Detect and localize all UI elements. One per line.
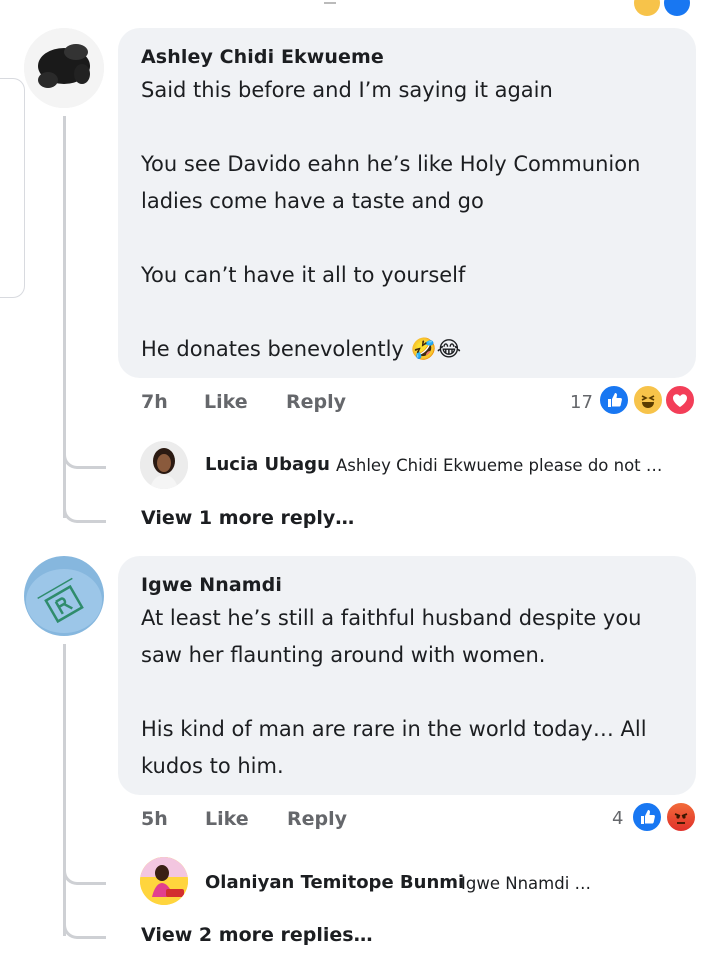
- like-button[interactable]: Like: [205, 808, 249, 830]
- comment-text: At least he’s still a faithful husband d…: [141, 606, 647, 778]
- reply-avatar[interactable]: [140, 441, 188, 489]
- haha-icon: [634, 0, 660, 16]
- thread-branch: [63, 852, 106, 885]
- comment-bubble: Igwe Nnamdi At least he’s still a faithf…: [118, 556, 696, 795]
- comment-time[interactable]: 7h: [141, 391, 168, 413]
- reply-button[interactable]: Reply: [286, 391, 346, 413]
- like-icon: [598, 384, 630, 416]
- reply-avatar[interactable]: [140, 857, 188, 905]
- reply-preview-text[interactable]: Igwe Nnamdi …: [461, 874, 591, 893]
- like-icon: [664, 0, 690, 16]
- like-icon: [631, 801, 663, 833]
- angry-icon: [665, 801, 697, 833]
- comment-time[interactable]: 5h: [141, 808, 168, 830]
- thread-branch: [63, 490, 106, 523]
- reactions-summary[interactable]: [598, 384, 698, 418]
- comment-author[interactable]: Igwe Nnamdi: [141, 574, 282, 596]
- avatar[interactable]: [24, 28, 104, 108]
- like-button[interactable]: Like: [204, 391, 248, 413]
- view-more-replies[interactable]: View 1 more reply…: [141, 507, 354, 529]
- side-panel-edge: [0, 78, 25, 298]
- reply-author[interactable]: Lucia Ubagu: [205, 454, 330, 475]
- thread-branch: [63, 436, 106, 469]
- comment-text: Said this before and I’m saying it again…: [141, 78, 641, 361]
- reactions-summary[interactable]: [631, 801, 699, 835]
- reply-preview-text[interactable]: Ashley Chidi Ekwueme please do not …: [336, 456, 662, 475]
- reaction-count[interactable]: 17: [570, 392, 593, 413]
- comment-author[interactable]: Ashley Chidi Ekwueme: [141, 46, 384, 68]
- thread-line: [63, 644, 66, 936]
- thread-branch: [63, 906, 106, 939]
- comment-bubble: Ashley Chidi Ekwueme Said this before an…: [118, 28, 696, 378]
- love-icon: [664, 384, 696, 416]
- view-more-replies[interactable]: View 2 more replies…: [141, 924, 373, 946]
- avatar[interactable]: [24, 556, 104, 636]
- reply-author[interactable]: Olaniyan Temitope Bunmi: [205, 872, 464, 893]
- reaction-count[interactable]: 4: [612, 808, 623, 829]
- partial-top-text: [324, 0, 336, 4]
- reply-button[interactable]: Reply: [287, 808, 347, 830]
- haha-icon: [632, 384, 664, 416]
